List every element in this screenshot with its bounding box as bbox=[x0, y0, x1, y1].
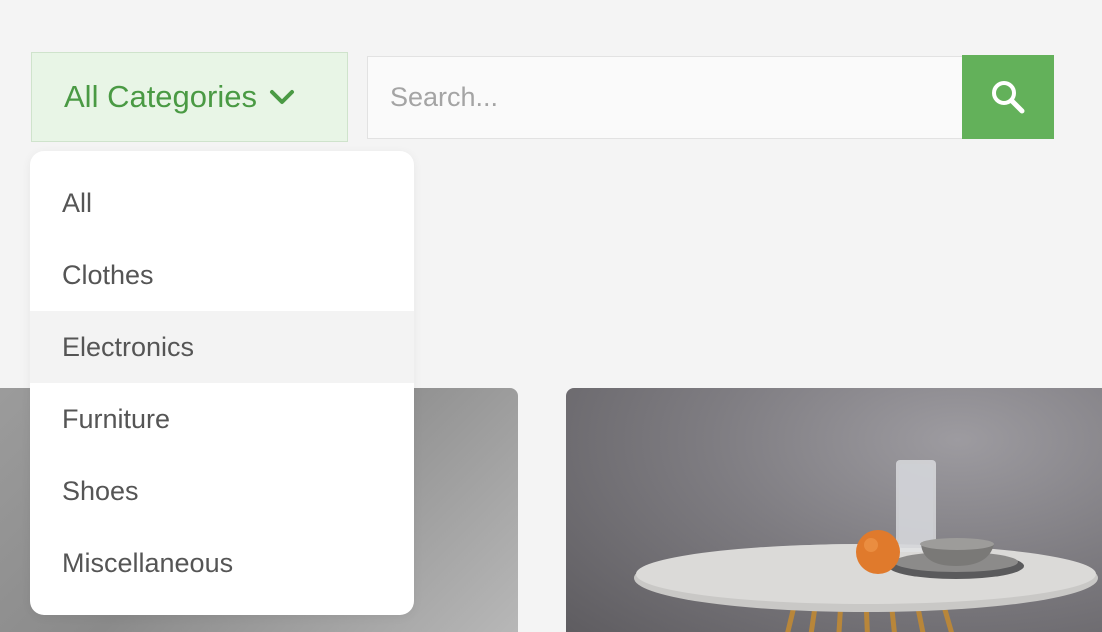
search-icon bbox=[989, 78, 1027, 116]
dining-table-photo bbox=[634, 460, 1098, 632]
dropdown-item-miscellaneous[interactable]: Miscellaneous bbox=[30, 527, 414, 599]
dropdown-item-label: Miscellaneous bbox=[62, 547, 234, 578]
category-dropdown-menu: All Clothes Electronics Furniture Shoes … bbox=[30, 151, 414, 615]
dropdown-item-clothes[interactable]: Clothes bbox=[30, 239, 414, 311]
dropdown-item-label: Clothes bbox=[62, 259, 154, 290]
dropdown-item-all[interactable]: All bbox=[30, 167, 414, 239]
search-input[interactable] bbox=[367, 56, 963, 139]
dropdown-item-shoes[interactable]: Shoes bbox=[30, 455, 414, 527]
dropdown-item-electronics[interactable]: Electronics bbox=[30, 311, 414, 383]
dropdown-item-label: Furniture bbox=[62, 403, 171, 434]
page: All Categories Search... All Clothes Ele… bbox=[0, 0, 1102, 632]
dropdown-item-label: Electronics bbox=[62, 331, 195, 362]
category-select-label: All Categories bbox=[64, 79, 257, 114]
product-card-image[interactable] bbox=[566, 388, 1102, 632]
dropdown-item-label: All bbox=[62, 187, 93, 218]
category-dropdown-toggle[interactable]: All Categories bbox=[31, 52, 348, 142]
search-button[interactable] bbox=[962, 55, 1054, 139]
dropdown-item-furniture[interactable]: Furniture bbox=[30, 383, 414, 455]
dropdown-item-label: Shoes bbox=[62, 475, 139, 506]
chevron-down-icon bbox=[269, 88, 295, 106]
